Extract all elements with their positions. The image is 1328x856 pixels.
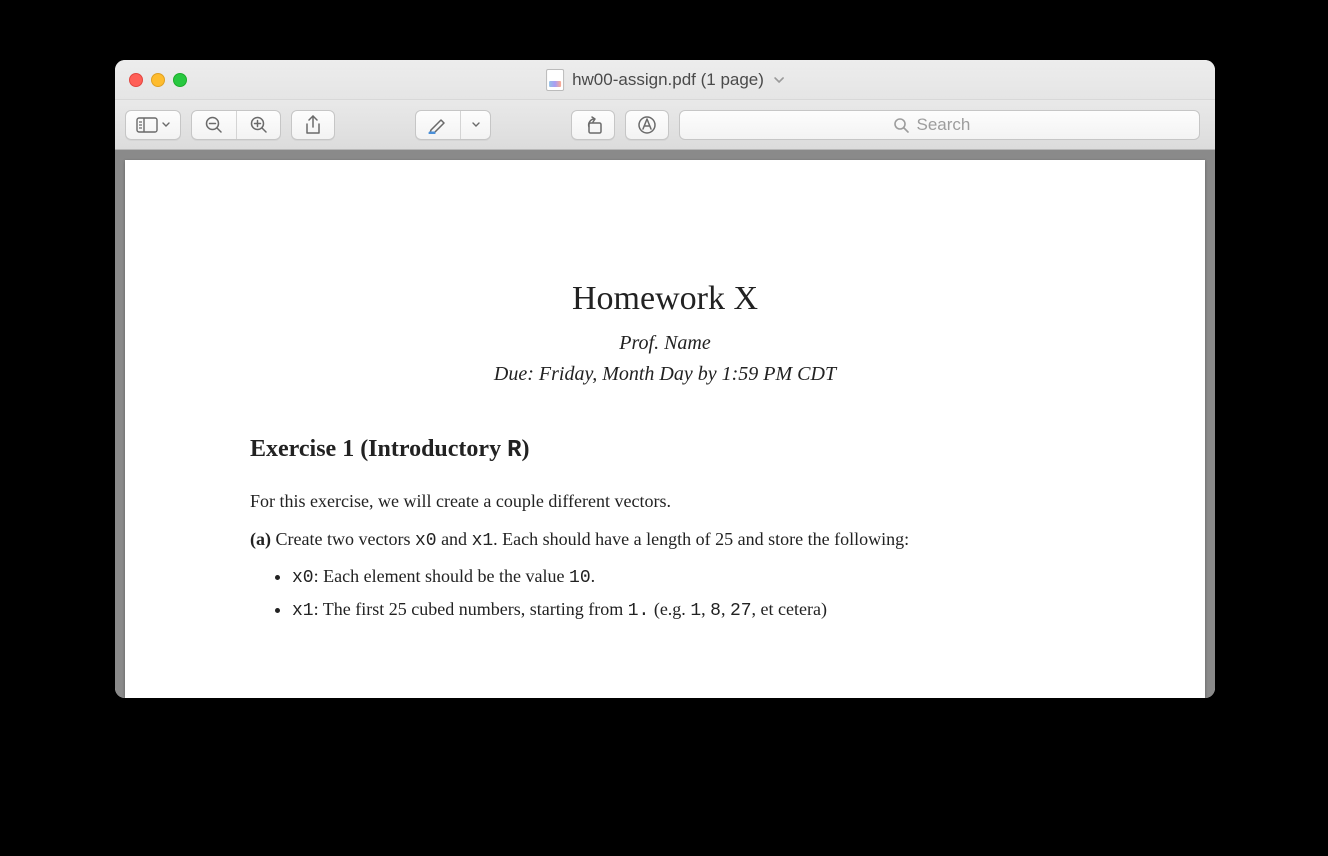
code-1: 1. [628, 601, 650, 621]
bullet2-post: , et cetera) [752, 599, 827, 619]
search-input[interactable] [917, 115, 987, 135]
sidebar-icon [136, 117, 158, 133]
document-subtitle: Prof. Name [250, 332, 1080, 355]
preview-window: hw00-assign.pdf (1 page) [115, 60, 1215, 698]
part-a-post: . Each should have a length of 25 and st… [493, 529, 909, 549]
close-button[interactable] [129, 73, 143, 87]
maximize-button[interactable] [173, 73, 187, 87]
highlighter-icon [428, 116, 448, 134]
pdf-page: Homework X Prof. Name Due: Friday, Month… [125, 160, 1205, 698]
code-x1: x1 [292, 601, 314, 621]
chevron-down-icon [774, 73, 784, 87]
document-viewport[interactable]: Homework X Prof. Name Due: Friday, Month… [115, 150, 1215, 698]
code-x1: x1 [472, 531, 494, 551]
rotate-button[interactable] [571, 110, 615, 140]
share-icon [304, 115, 322, 135]
rotate-icon [582, 115, 604, 135]
part-a-label: (a) [250, 529, 271, 549]
code-27: 27 [730, 601, 752, 621]
bullet2-text: : The first 25 cubed numbers, starting f… [314, 599, 628, 619]
code-1: 1 [690, 601, 701, 621]
search-field[interactable] [679, 110, 1200, 140]
zoom-out-button[interactable] [192, 111, 236, 139]
comma: , [701, 599, 710, 619]
code-x0: x0 [415, 531, 437, 551]
window-title: hw00-assign.pdf (1 page) [572, 70, 764, 90]
list-item: x1: The first 25 cubed numbers, starting… [292, 595, 1080, 626]
exercise-heading: Exercise 1 (Introductory R) [250, 436, 1080, 464]
minimize-button[interactable] [151, 73, 165, 87]
document-due-date: Due: Friday, Month Day by 1:59 PM CDT [250, 363, 1080, 386]
search-icon [893, 117, 909, 133]
zoom-in-icon [249, 115, 269, 135]
titlebar[interactable]: hw00-assign.pdf (1 page) [115, 60, 1215, 100]
zoom-out-icon [204, 115, 224, 135]
highlight-segmented-control [415, 110, 491, 140]
part-a: (a) Create two vectors x0 and x1. Each s… [250, 526, 1080, 554]
highlight-dropdown-button[interactable] [460, 111, 490, 139]
part-a-text: Create two vectors [271, 529, 415, 549]
list-item: x0: Each element should be the value 10. [292, 562, 1080, 593]
intro-paragraph: For this exercise, we will create a coup… [250, 488, 1080, 514]
markup-button[interactable] [625, 110, 669, 140]
zoom-segmented-control [191, 110, 281, 140]
bullet1-text: : Each element should be the value [314, 566, 569, 586]
code-x0: x0 [292, 568, 314, 588]
chevron-down-icon [162, 122, 170, 128]
markup-icon [637, 115, 657, 135]
code-10: 10 [569, 568, 591, 588]
exercise-heading-prefix: Exercise 1 (Introductory [250, 436, 507, 462]
pdf-file-icon [546, 69, 564, 91]
sidebar-toggle-button[interactable] [125, 110, 181, 140]
bullet1-post: . [591, 566, 596, 586]
zoom-in-button[interactable] [236, 111, 280, 139]
bullet2-mid: (e.g. [649, 599, 690, 619]
highlight-button[interactable] [416, 111, 460, 139]
chevron-down-icon [472, 122, 480, 128]
exercise-heading-suffix: ) [521, 436, 529, 462]
comma: , [721, 599, 730, 619]
window-title-group[interactable]: hw00-assign.pdf (1 page) [546, 69, 784, 91]
bullet-list: x0: Each element should be the value 10.… [292, 562, 1080, 626]
exercise-heading-code: R [507, 437, 521, 464]
document-title: Homework X [250, 280, 1080, 318]
code-8: 8 [710, 601, 721, 621]
part-a-and: and [437, 529, 472, 549]
traffic-lights [129, 73, 187, 87]
share-button[interactable] [291, 110, 335, 140]
toolbar [115, 100, 1215, 150]
